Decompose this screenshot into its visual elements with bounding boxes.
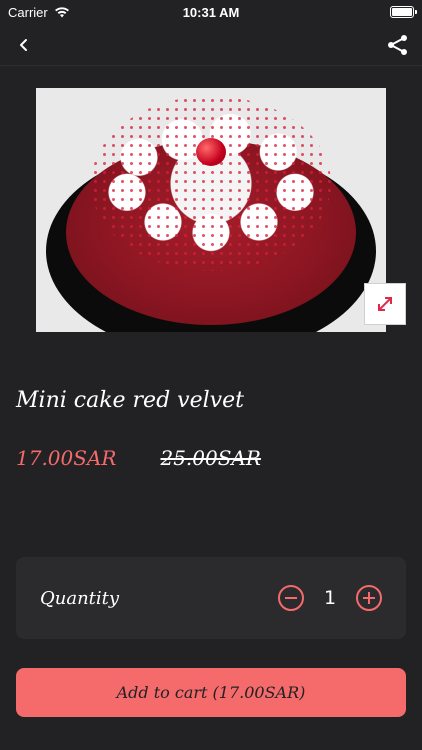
price-current: 17.00SAR <box>16 446 117 470</box>
cake-sprinkles <box>91 96 331 271</box>
price-row: 17.00SAR 25.00SAR <box>16 446 261 470</box>
expand-image-button[interactable] <box>364 283 406 325</box>
product-title: Mini cake red velvet <box>16 388 244 413</box>
carrier-group: Carrier <box>8 5 70 20</box>
price-old: 25.00SAR <box>160 446 261 470</box>
quantity-label: Quantity <box>40 587 120 609</box>
product-image[interactable] <box>36 88 386 332</box>
wifi-icon <box>54 7 69 18</box>
plus-circle-icon-vertical <box>368 592 370 604</box>
share-button[interactable] <box>386 33 410 57</box>
battery-icon <box>390 6 417 18</box>
nav-bar <box>0 24 422 66</box>
increment-button[interactable] <box>356 585 382 611</box>
expand-arrows-icon <box>378 297 392 311</box>
cake-cherry <box>196 138 226 166</box>
decrement-button[interactable] <box>278 585 304 611</box>
carrier-label: Carrier <box>8 4 48 20</box>
quantity-card: Quantity 1 <box>16 557 406 639</box>
share-icon <box>388 34 407 55</box>
status-bar: Carrier 10:31 AM <box>0 0 422 24</box>
back-button[interactable] <box>12 33 36 57</box>
quantity-stepper: 1 <box>278 585 382 611</box>
quantity-value: 1 <box>323 587 337 609</box>
minus-circle-icon <box>285 597 297 599</box>
add-to-cart-button[interactable]: Add to cart (17.00SAR) <box>16 668 406 717</box>
chevron-left-icon <box>20 38 27 51</box>
